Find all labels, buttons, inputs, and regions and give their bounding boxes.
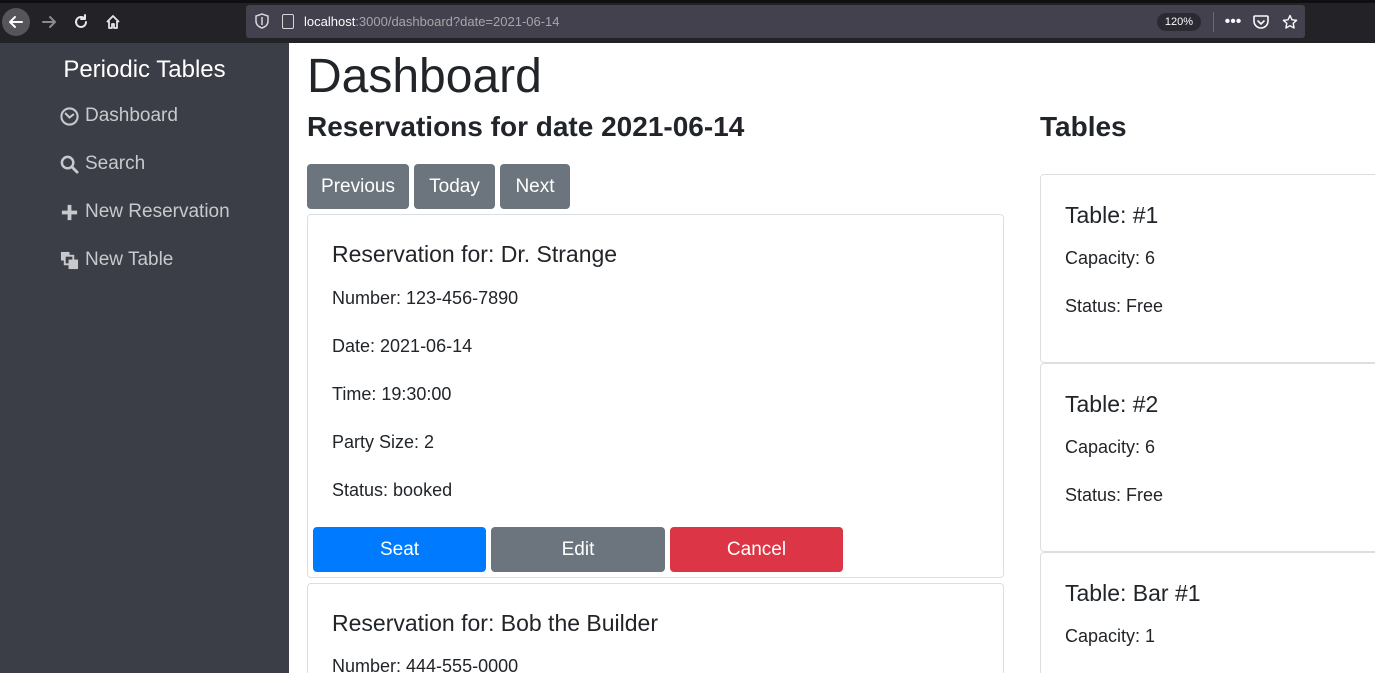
table-name: Table: #2 xyxy=(1065,391,1159,417)
seat-button[interactable]: Seat xyxy=(313,527,486,572)
reservation-status: Status: booked xyxy=(332,480,453,500)
table-status: Status: Free xyxy=(1065,485,1164,505)
main-content: Dashboard Reservations for date 2021-06-… xyxy=(289,43,1375,673)
sidebar-item-label: New Table xyxy=(85,249,174,270)
table-card: Table: Bar #1 Capacity: 1 xyxy=(1040,552,1375,673)
previous-button[interactable]: Previous xyxy=(307,164,409,209)
reservation-time: Time: 19:30:00 xyxy=(332,384,452,404)
pocket-icon[interactable] xyxy=(1250,11,1272,33)
table-capacity: Capacity: 6 xyxy=(1065,248,1156,268)
sidebar-item-label: Dashboard xyxy=(85,105,178,126)
tables-heading: Tables xyxy=(1040,111,1127,142)
page-title: Dashboard xyxy=(307,50,542,103)
sidebar-item-search[interactable]: Search xyxy=(59,153,145,175)
table-name: Table: #1 xyxy=(1065,202,1159,228)
reservation-card: Reservation for: Dr. Strange Number: 123… xyxy=(307,214,1004,578)
next-button[interactable]: Next xyxy=(500,164,570,209)
sidebar-item-new-reservation[interactable]: New Reservation xyxy=(59,201,230,223)
forward-arrow-icon[interactable] xyxy=(35,8,63,36)
sidebar-item-dashboard[interactable]: Dashboard xyxy=(59,105,178,127)
search-icon xyxy=(59,154,79,174)
layers-icon xyxy=(59,250,79,270)
browser-toolbar: localhost:3000/dashboard?date=2021-06-14… xyxy=(0,0,1375,43)
edit-button[interactable]: Edit xyxy=(491,527,665,572)
url-bar[interactable]: localhost:3000/dashboard?date=2021-06-14… xyxy=(246,5,1305,38)
url-text[interactable]: localhost:3000/dashboard?date=2021-06-14 xyxy=(304,14,560,29)
reservation-name: Reservation for: Dr. Strange xyxy=(332,241,618,267)
reservation-date: Date: 2021-06-14 xyxy=(332,336,473,356)
url-host: localhost xyxy=(304,14,356,29)
sidebar-item-label: Search xyxy=(85,153,146,174)
url-divider xyxy=(1213,12,1214,32)
home-icon[interactable] xyxy=(99,8,127,36)
reservation-party-size: Party Size: 2 xyxy=(332,432,435,452)
table-card: Table: #2 Capacity: 6 Status: Free xyxy=(1040,363,1375,552)
table-capacity: Capacity: 6 xyxy=(1065,437,1156,457)
dashboard-icon xyxy=(59,106,79,126)
brand-title[interactable]: Periodic Tables xyxy=(0,56,289,84)
sidebar-item-label: New Reservation xyxy=(85,201,230,222)
sidebar: Periodic Tables Dashboard Search New Res… xyxy=(0,43,289,673)
reservations-heading: Reservations for date 2021-06-14 xyxy=(307,111,745,142)
today-button[interactable]: Today xyxy=(414,164,495,209)
table-card: Table: #1 Capacity: 6 Status: Free xyxy=(1040,174,1375,363)
star-icon[interactable] xyxy=(1279,11,1301,33)
reservation-name: Reservation for: Bob the Builder xyxy=(332,610,659,636)
table-capacity: Capacity: 1 xyxy=(1065,626,1156,646)
cancel-button[interactable]: Cancel xyxy=(670,527,843,572)
reservation-number: Number: 444-555-0000 xyxy=(332,656,519,673)
reservation-number: Number: 123-456-7890 xyxy=(332,288,519,308)
shield-icon[interactable] xyxy=(255,13,269,29)
table-name: Table: Bar #1 xyxy=(1065,580,1201,606)
back-arrow-icon[interactable] xyxy=(2,8,30,36)
page-icon[interactable] xyxy=(282,14,294,29)
sidebar-item-new-table[interactable]: New Table xyxy=(59,249,173,271)
reservation-card: Reservation for: Bob the Builder Number:… xyxy=(307,583,1004,673)
plus-icon xyxy=(59,202,79,222)
tab-strip-edge xyxy=(0,0,1375,3)
zoom-level-badge[interactable]: 120% xyxy=(1157,13,1201,31)
reload-icon[interactable] xyxy=(67,8,95,36)
url-path: :3000/dashboard?date=2021-06-14 xyxy=(355,14,560,29)
table-status: Status: Free xyxy=(1065,296,1164,316)
more-dots-icon[interactable]: ••• xyxy=(1222,11,1244,33)
